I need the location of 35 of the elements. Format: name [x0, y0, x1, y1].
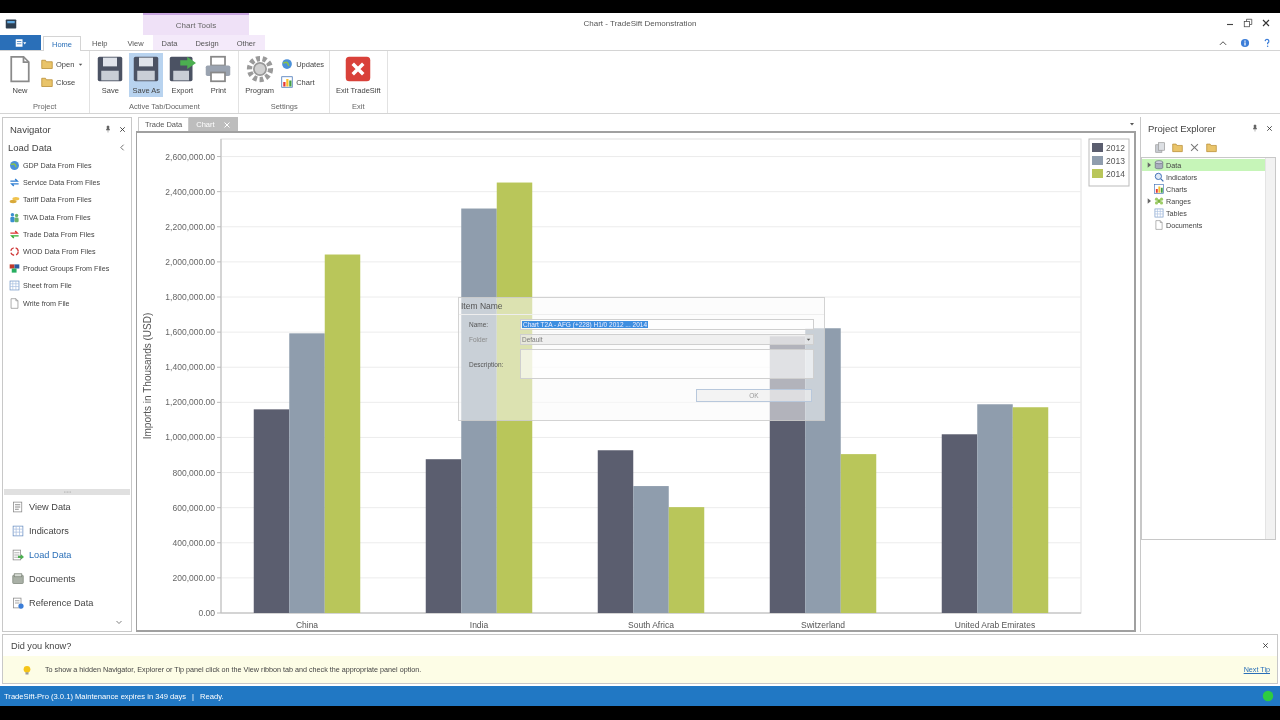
context-group-label: Chart Tools: [175, 20, 217, 30]
legend-label: 2014: [1106, 169, 1125, 179]
panel-title: Project Explorer: [1148, 122, 1216, 134]
tick-label: 400,000.00: [172, 537, 215, 548]
navigator-button[interactable]: Reference Data: [3, 591, 131, 615]
navigator-button[interactable]: Documents: [3, 567, 131, 591]
tick-label: 1,000,000.00: [165, 432, 215, 443]
tick-label: 2,000,000.00: [165, 256, 215, 267]
tick-label: 800,000.00: [172, 467, 215, 478]
navigator-button[interactable]: Indicators: [3, 519, 131, 543]
tick-label: 600,000.00: [172, 502, 215, 513]
legend-label: 2013: [1106, 156, 1125, 166]
window-title: Chart - TradeSift Demonstration: [583, 19, 697, 28]
tick-label: 2,400,000.00: [165, 186, 215, 197]
category-label: India: [469, 620, 489, 630]
navigator-button[interactable]: Load Data: [3, 543, 131, 567]
axis-title: Imports in Thousands (USD): [142, 312, 153, 440]
tick-label: 200,000.00: [172, 572, 215, 583]
tick-label: 1,800,000.00: [165, 292, 215, 302]
tick-label: 0.00: [198, 608, 215, 618]
category-label: United Arab Emirates: [954, 620, 1036, 630]
tick-label: 2,200,000.00: [165, 221, 215, 232]
tick-label: 2,600,000.00: [165, 151, 215, 162]
navigator-button[interactable]: View Data: [3, 495, 131, 519]
tick-label: 1,400,000.00: [165, 362, 215, 373]
category-label: South Africa: [628, 620, 674, 630]
panel-title: Navigator: [10, 123, 51, 135]
section-title: Load Data: [8, 142, 52, 153]
category-label: Switzerland: [801, 620, 845, 630]
tip-title: Did you know?: [11, 640, 72, 651]
category-label: China: [295, 620, 319, 630]
legend-label: 2012: [1106, 143, 1125, 153]
tick-label: 1,200,000.00: [165, 397, 215, 408]
tick-label: 1,600,000.00: [165, 327, 215, 338]
dialog-title: Item Name: [461, 301, 503, 311]
